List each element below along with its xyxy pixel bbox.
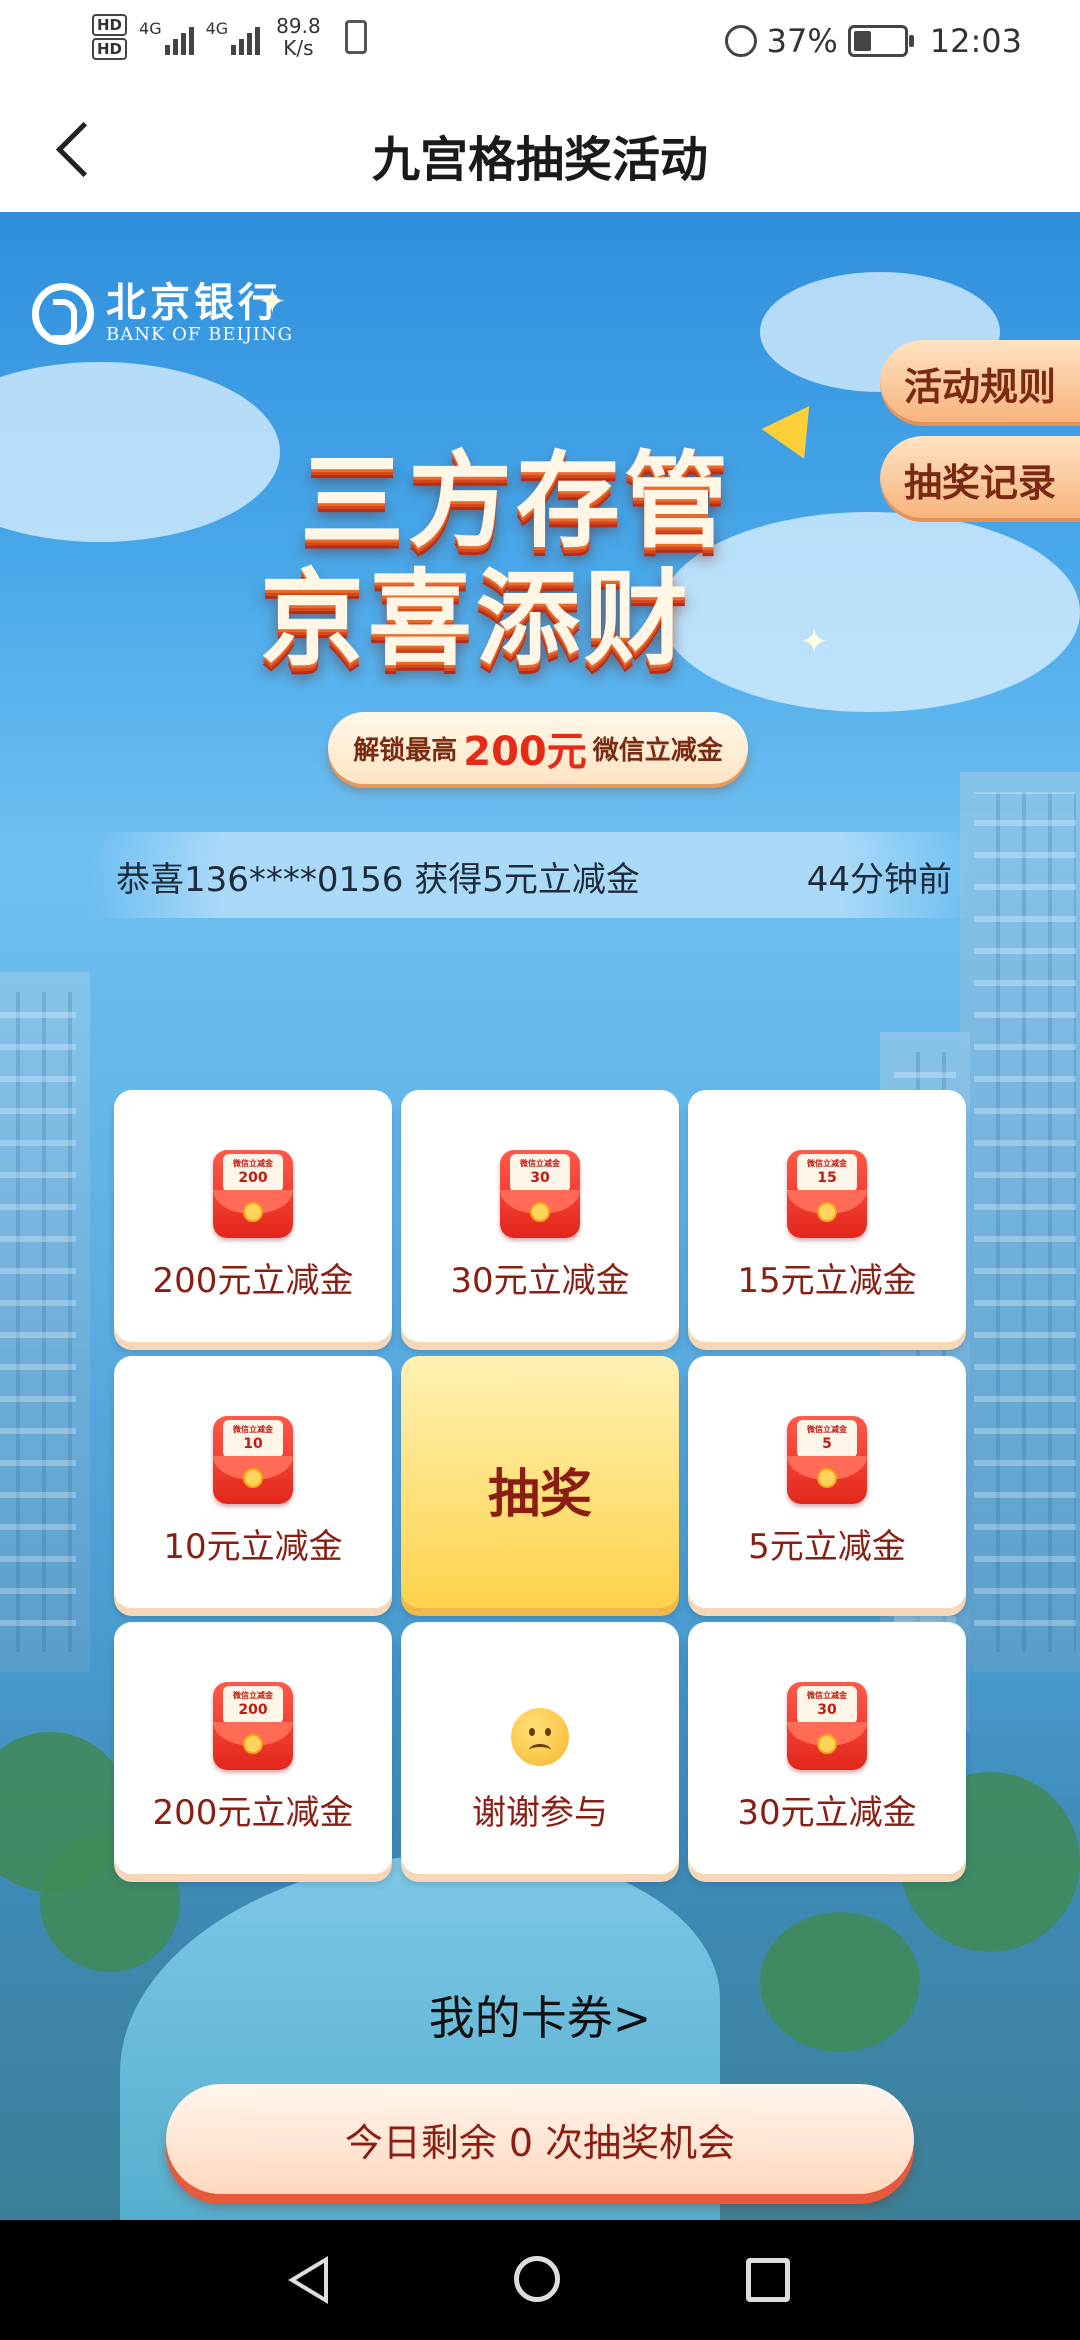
- signal-icon: 4G: [206, 19, 261, 55]
- prize-label: 15元立减金: [737, 1261, 917, 1301]
- battery-percent: 37%: [766, 22, 838, 60]
- hd-indicators: HD HD: [92, 14, 128, 60]
- red-envelope-icon: 微信立减金 30: [787, 1682, 867, 1770]
- square-recent-icon[interactable]: [746, 2258, 790, 2302]
- activity-area: 北京银行 BANK OF BEIJING 活动规则 抽奖记录 ✦ ✦ 三方存管 …: [0, 212, 1080, 2220]
- prize-label: 200元立减金: [152, 1793, 354, 1833]
- red-envelope-icon: 微信立减金 200: [213, 1682, 293, 1770]
- signal-icon: 4G: [139, 19, 194, 55]
- status-bar: HD HD 4G 4G 89.8 K/s 37% 12:03: [0, 0, 1080, 86]
- ticker-time: 44分钟前: [806, 860, 952, 900]
- status-left: HD HD 4G 4G 89.8 K/s: [92, 14, 367, 60]
- prize-cell: 微信立减金 30 30元立减金: [688, 1622, 966, 1874]
- charging-icon: [344, 20, 367, 54]
- draw-label: 抽奖: [487, 1465, 592, 1525]
- battery-icon: [847, 25, 914, 57]
- system-nav-bar: [0, 2220, 1080, 2340]
- prize-cell: 微信立减金 10 10元立减金: [114, 1356, 392, 1608]
- red-envelope-icon: 微信立减金 15: [787, 1150, 867, 1238]
- red-envelope-icon: 微信立减金 30: [500, 1150, 580, 1238]
- status-right: 37% 12:03: [724, 22, 1022, 60]
- sparkle-icon: ✦: [258, 282, 287, 322]
- alarm-icon: [724, 25, 757, 57]
- hd-icon: HD: [92, 14, 128, 36]
- bank-logo-icon: [32, 282, 94, 345]
- red-envelope-icon: 微信立减金 10: [213, 1416, 293, 1504]
- promo-banner: 三方存管 京喜添财: [260, 442, 800, 678]
- winner-ticker: 恭喜136****0156 获得5元立减金 44分钟前: [92, 832, 972, 918]
- prize-cell: 谢谢参与: [401, 1622, 679, 1874]
- prize-label: 200元立减金: [152, 1261, 354, 1301]
- red-envelope-icon: 微信立减金 5: [787, 1416, 867, 1504]
- prize-label: 5元立减金: [748, 1527, 906, 1567]
- sad-face-icon: [511, 1708, 569, 1766]
- bank-logo: 北京银行 BANK OF BEIJING: [32, 282, 293, 345]
- sparkle-icon: ✦: [800, 622, 829, 662]
- draw-button[interactable]: 抽奖: [401, 1356, 679, 1608]
- prize-cell: 微信立减金 30 30元立减金: [401, 1090, 679, 1342]
- banner-line-1: 三方存管: [300, 440, 733, 562]
- prize-cell: 微信立减金 5 5元立减金: [688, 1356, 966, 1608]
- prize-cell: 微信立减金 200 200元立减金: [114, 1622, 392, 1874]
- prize-label: 10元立减金: [163, 1527, 343, 1567]
- page-title: 九宫格抽奖活动: [371, 132, 708, 188]
- prize-cell: 微信立减金 200 200元立减金: [114, 1090, 392, 1342]
- red-envelope-icon: 微信立减金 200: [213, 1150, 293, 1238]
- activity-rules-button[interactable]: 活动规则: [880, 340, 1080, 426]
- prize-label: 30元立减金: [737, 1793, 917, 1833]
- prize-label: 30元立减金: [450, 1261, 630, 1301]
- hd-icon: HD: [92, 38, 128, 60]
- title-bar: 九宫格抽奖活动: [0, 86, 1080, 212]
- prize-label: 谢谢参与: [472, 1793, 608, 1833]
- circle-home-icon[interactable]: [514, 2256, 560, 2302]
- draw-records-button[interactable]: 抽奖记录: [880, 436, 1080, 522]
- clock: 12:03: [929, 22, 1022, 60]
- banner-subtitle: 解锁最高 200元 微信立减金: [328, 712, 748, 784]
- banner-line-2: 京喜添财: [260, 558, 693, 680]
- ticker-message: 恭喜136****0156 获得5元立减金: [116, 860, 640, 900]
- remaining-chances-button[interactable]: 今日剩余 0 次抽奖机会: [166, 2084, 914, 2194]
- triangle-back-icon[interactable]: [288, 2256, 328, 2304]
- my-coupons-link[interactable]: 我的卡券>: [0, 1982, 1080, 2048]
- network-speed: 89.8 K/s: [276, 14, 321, 60]
- prize-cell: 微信立减金 15 15元立减金: [688, 1090, 966, 1342]
